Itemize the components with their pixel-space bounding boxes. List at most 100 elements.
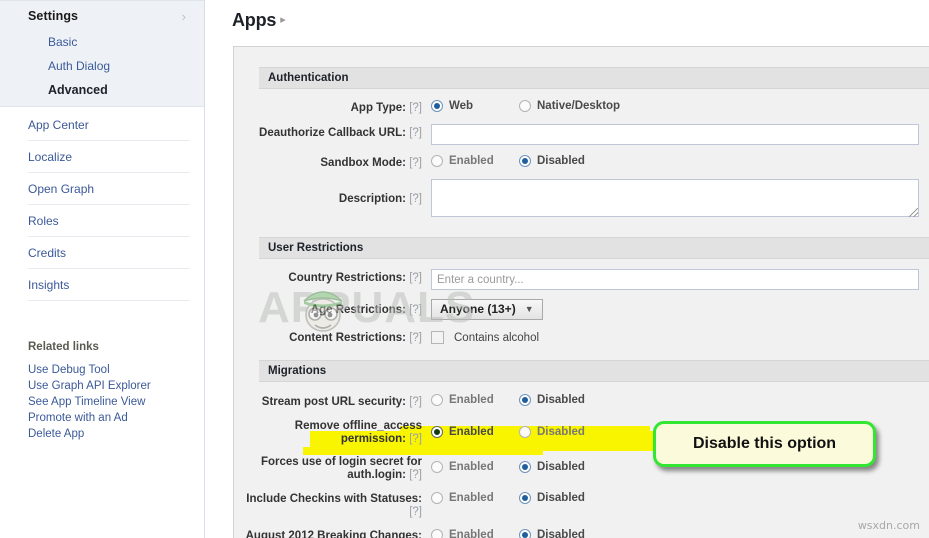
section-header-migrations: Migrations	[259, 360, 929, 382]
contains-alcohol-label: Contains alcohol	[454, 331, 540, 344]
help-icon[interactable]: [?]	[409, 127, 422, 139]
deauthorize-callback-url-input[interactable]	[431, 124, 919, 145]
page-title: Apps	[232, 10, 277, 30]
sidebar-settings-group: Settings › Basic Auth Dialog Advanced	[0, 0, 204, 107]
radio-option-august-enabled[interactable]: Enabled	[431, 529, 519, 538]
radio-option-checkins-disabled[interactable]: Disabled	[519, 492, 607, 504]
radio-label-sandbox-disabled: Disabled	[537, 155, 585, 167]
radio-label-offline-access-enabled: Enabled	[449, 426, 494, 438]
radio-option-stream-disabled[interactable]: Disabled	[519, 394, 607, 406]
field-row-august-2012-breaking-changes: August 2012 Breaking Changes: [?] Enable…	[234, 528, 929, 538]
sidebar-item-credits[interactable]: Credits	[28, 237, 190, 269]
field-row-content-restrictions: Content Restrictions: [?] Contains alcoh…	[234, 329, 929, 345]
radio-august-enabled-icon[interactable]	[431, 529, 443, 538]
label-forces-use-of-login-secret: Forces use of login secret for auth.logi…	[260, 456, 422, 481]
sidebar-item-app-center[interactable]: App Center	[28, 109, 190, 141]
field-row-include-checkins-with-statuses: Include Checkins with Statuses: [?] Enab…	[234, 491, 929, 519]
section-body-authentication: App Type: [?] Web Native/Desktop Deautho…	[234, 89, 929, 234]
help-icon[interactable]: [?]	[409, 396, 422, 408]
radio-label-native-desktop: Native/Desktop	[537, 100, 621, 112]
radio-option-offline-access-enabled[interactable]: Enabled	[431, 426, 519, 438]
radio-forces-enabled-icon[interactable]	[431, 461, 443, 473]
sidebar-item-auth-dialog[interactable]: Auth Dialog	[0, 54, 204, 78]
sidebar-settings-label: Settings	[28, 9, 79, 23]
annotation-callout: Disable this option	[653, 421, 876, 467]
radio-label-forces-disabled: Disabled	[537, 461, 585, 473]
help-icon[interactable]: [?]	[409, 332, 422, 344]
label-stream-post-url-security: Stream post URL security: [?]	[261, 396, 422, 408]
related-link-graph-api-explorer[interactable]: Use Graph API Explorer	[28, 378, 190, 394]
related-link-delete-app[interactable]: Delete App	[28, 426, 190, 442]
help-icon[interactable]: [?]	[409, 102, 422, 114]
help-icon[interactable]: [?]	[409, 193, 422, 205]
field-row-deauthorize-callback-url: Deauthorize Callback URL: [?]	[234, 124, 929, 145]
sidebar-item-insights[interactable]: Insights	[28, 269, 190, 301]
radio-option-web[interactable]: Web	[431, 100, 519, 112]
age-restrictions-select[interactable]: Anyone (13+) ▼	[431, 299, 543, 320]
related-link-use-debug-tool[interactable]: Use Debug Tool	[28, 362, 190, 378]
sidebar-item-open-graph[interactable]: Open Graph	[28, 173, 190, 205]
sidebar-item-roles[interactable]: Roles	[28, 205, 190, 237]
breadcrumb-arrow-icon: ▸	[280, 14, 286, 26]
radio-option-forces-disabled[interactable]: Disabled	[519, 461, 607, 473]
label-age-restrictions: Age Restrictions: [?]	[310, 304, 422, 316]
help-icon[interactable]: [?]	[409, 272, 422, 284]
radio-group-august-2012: Enabled Disabled	[431, 528, 919, 538]
sidebar-item-basic[interactable]: Basic	[0, 30, 204, 54]
sidebar-nav-list: App Center Localize Open Graph Roles Cre…	[0, 107, 204, 301]
resize-handle-icon[interactable]	[909, 208, 918, 217]
sidebar-item-advanced[interactable]: Advanced	[0, 78, 204, 102]
field-row-sandbox-mode: Sandbox Mode: [?] Enabled Disabled	[234, 154, 929, 170]
label-sandbox-mode: Sandbox Mode: [?]	[320, 157, 422, 169]
label-description: Description: [?]	[338, 193, 422, 205]
radio-option-forces-enabled[interactable]: Enabled	[431, 461, 519, 473]
content-restrictions-checkbox-row[interactable]: Contains alcohol	[431, 329, 919, 344]
age-restrictions-value: Anyone (13+)	[440, 302, 516, 316]
related-links-heading: Related links	[28, 341, 99, 353]
radio-label-checkins-enabled: Enabled	[449, 492, 494, 504]
radio-label-web: Web	[449, 100, 474, 112]
radio-option-offline-access-disabled[interactable]: Disabled	[519, 426, 607, 438]
radio-sandbox-disabled-icon[interactable]	[519, 155, 531, 167]
radio-august-disabled-icon[interactable]	[519, 529, 531, 538]
radio-label-august-enabled: Enabled	[449, 529, 494, 538]
radio-sandbox-enabled-icon[interactable]	[431, 155, 443, 167]
help-icon[interactable]: [?]	[409, 433, 422, 445]
radio-forces-disabled-icon[interactable]	[519, 461, 531, 473]
radio-web-icon[interactable]	[431, 100, 443, 112]
radio-stream-disabled-icon[interactable]	[519, 394, 531, 406]
section-body-user-restrictions: Country Restrictions: [?] Age Restrictio…	[234, 259, 929, 357]
related-link-app-timeline-view[interactable]: See App Timeline View	[28, 394, 190, 410]
help-icon[interactable]: [?]	[409, 157, 422, 169]
radio-option-sandbox-enabled[interactable]: Enabled	[431, 155, 519, 167]
radio-option-sandbox-disabled[interactable]: Disabled	[519, 155, 607, 167]
related-link-promote-with-an-ad[interactable]: Promote with an Ad	[28, 410, 190, 426]
help-icon[interactable]: [?]	[409, 469, 422, 481]
label-content-restrictions: Content Restrictions: [?]	[289, 332, 422, 344]
radio-stream-enabled-icon[interactable]	[431, 394, 443, 406]
contains-alcohol-checkbox[interactable]	[431, 331, 444, 344]
help-icon[interactable]: [?]	[409, 506, 422, 518]
radio-offline-access-disabled-icon[interactable]	[519, 426, 531, 438]
country-restrictions-input[interactable]	[431, 269, 919, 290]
watermark-bottom-right: wsxdn.com	[857, 519, 920, 532]
radio-offline-access-enabled-icon[interactable]	[431, 426, 443, 438]
field-row-country-restrictions: Country Restrictions: [?]	[234, 269, 929, 290]
sidebar-item-localize[interactable]: Localize	[28, 141, 190, 173]
sidebar: Settings › Basic Auth Dialog Advanced Ap…	[0, 0, 205, 538]
radio-group-app-type: Web Native/Desktop	[431, 99, 919, 112]
radio-checkins-enabled-icon[interactable]	[431, 492, 443, 504]
radio-option-august-disabled[interactable]: Disabled	[519, 529, 607, 538]
chevron-down-icon: ▼	[524, 304, 534, 314]
radio-option-checkins-enabled[interactable]: Enabled	[431, 492, 519, 504]
chevron-right-icon: ›	[181, 8, 186, 24]
radio-native-desktop-icon[interactable]	[519, 100, 531, 112]
radio-option-stream-enabled[interactable]: Enabled	[431, 394, 519, 406]
sidebar-item-settings[interactable]: Settings ›	[0, 1, 204, 30]
annotation-callout-text: Disable this option	[692, 435, 837, 452]
label-deauthorize-callback-url: Deauthorize Callback URL: [?]	[259, 127, 422, 139]
help-icon[interactable]: [?]	[409, 304, 422, 316]
radio-checkins-disabled-icon[interactable]	[519, 492, 531, 504]
radio-option-native-desktop[interactable]: Native/Desktop	[519, 100, 620, 112]
description-textarea[interactable]	[431, 179, 919, 217]
